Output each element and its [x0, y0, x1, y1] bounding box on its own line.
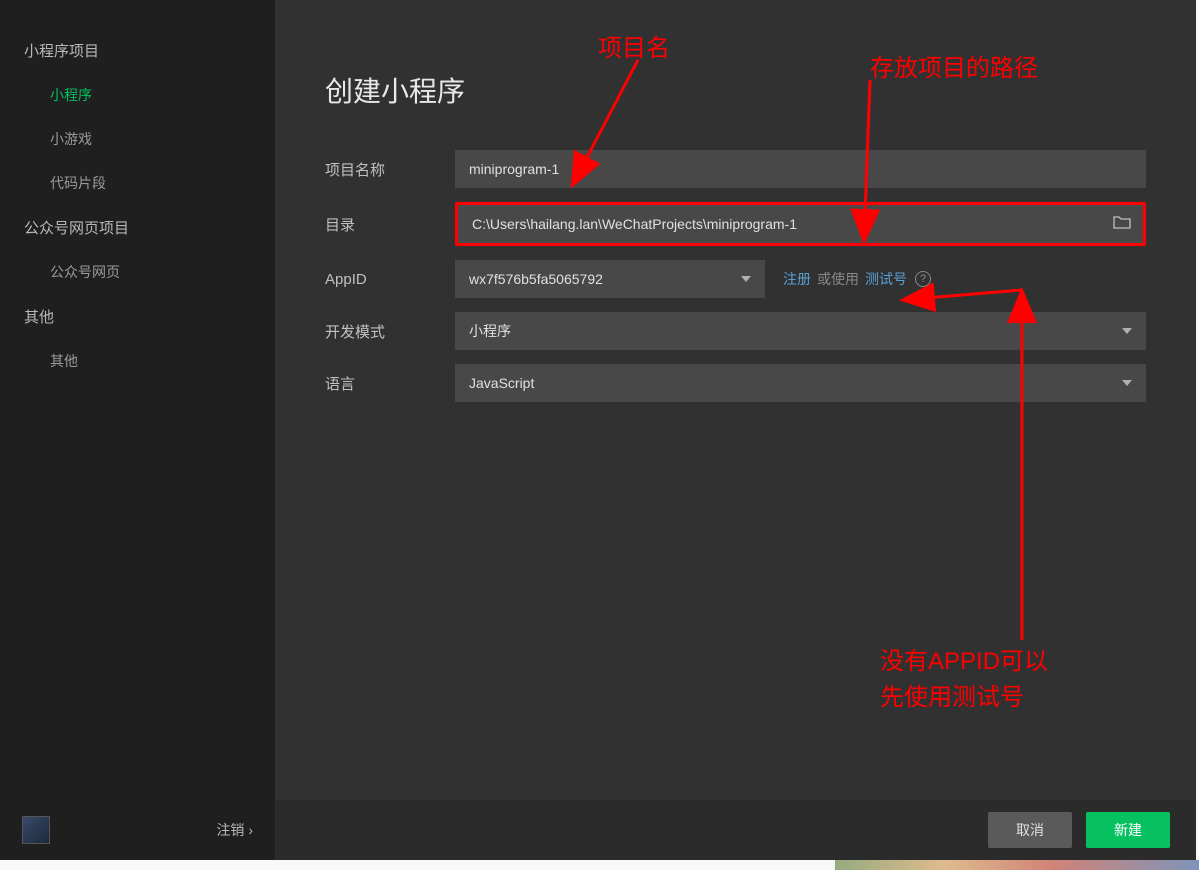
- sidebar-item-official-account-web[interactable]: 公众号网页: [0, 250, 275, 294]
- sidebar-section-official-account: 公众号网页项目: [0, 205, 275, 250]
- help-icon[interactable]: ?: [915, 271, 931, 287]
- project-name-label: 项目名称: [325, 159, 455, 180]
- cancel-button[interactable]: 取消: [988, 812, 1072, 848]
- bottom-bar: 取消 新建: [275, 800, 1196, 860]
- language-label: 语言: [325, 373, 455, 394]
- directory-row: 目录: [325, 202, 1146, 246]
- chevron-down-icon: [1122, 380, 1132, 386]
- logout-link[interactable]: 注销 ›: [216, 820, 253, 840]
- language-value: JavaScript: [469, 375, 534, 391]
- directory-input[interactable]: [458, 205, 1143, 243]
- main-content: 创建小程序 项目名称 目录 AppID wx7f576b5fa50657: [275, 0, 1196, 860]
- dev-mode-value: 小程序: [469, 321, 511, 341]
- dev-mode-row: 开发模式 小程序: [325, 312, 1146, 350]
- app-window: 小程序项目 小程序 小游戏 代码片段 公众号网页项目 公众号网页 其他 其他 注…: [0, 0, 1196, 860]
- appid-value: wx7f576b5fa5065792: [469, 271, 603, 287]
- sidebar-item-minigame[interactable]: 小游戏: [0, 117, 275, 161]
- bottom-decoration: [835, 860, 1199, 870]
- project-name-row: 项目名称: [325, 150, 1146, 188]
- project-name-input[interactable]: [455, 150, 1146, 188]
- page-title: 创建小程序: [325, 70, 1146, 110]
- language-row: 语言 JavaScript: [325, 364, 1146, 402]
- appid-label: AppID: [325, 271, 455, 288]
- sidebar-item-code-snippet[interactable]: 代码片段: [0, 161, 275, 205]
- language-select[interactable]: JavaScript: [455, 364, 1146, 402]
- directory-input-wrapper: [455, 202, 1146, 246]
- create-form: 项目名称 目录 AppID wx7f576b5fa5065792: [275, 150, 1196, 416]
- appid-select[interactable]: wx7f576b5fa5065792: [455, 260, 765, 298]
- sidebar: 小程序项目 小程序 小游戏 代码片段 公众号网页项目 公众号网页 其他 其他 注…: [0, 0, 275, 860]
- or-use-text: 或使用: [817, 269, 859, 289]
- dev-mode-select[interactable]: 小程序: [455, 312, 1146, 350]
- sidebar-section-miniprogram: 小程序项目: [0, 28, 275, 73]
- chevron-down-icon: [741, 276, 751, 282]
- sidebar-item-miniprogram[interactable]: 小程序: [0, 73, 275, 117]
- appid-extra-links: 注册 或使用 测试号 ?: [783, 269, 931, 289]
- sidebar-footer: 注销 ›: [0, 800, 275, 860]
- chevron-down-icon: [1122, 328, 1132, 334]
- dev-mode-label: 开发模式: [325, 321, 455, 342]
- register-link[interactable]: 注册: [783, 269, 811, 289]
- sidebar-item-other[interactable]: 其他: [0, 339, 275, 383]
- sidebar-section-other: 其他: [0, 294, 275, 339]
- main-header: 创建小程序: [275, 0, 1196, 150]
- user-avatar-icon[interactable]: [22, 816, 50, 844]
- directory-label: 目录: [325, 214, 455, 235]
- appid-row: AppID wx7f576b5fa5065792 注册 或使用 测试号 ?: [325, 260, 1146, 298]
- create-button[interactable]: 新建: [1086, 812, 1170, 848]
- test-account-link[interactable]: 测试号: [865, 269, 907, 289]
